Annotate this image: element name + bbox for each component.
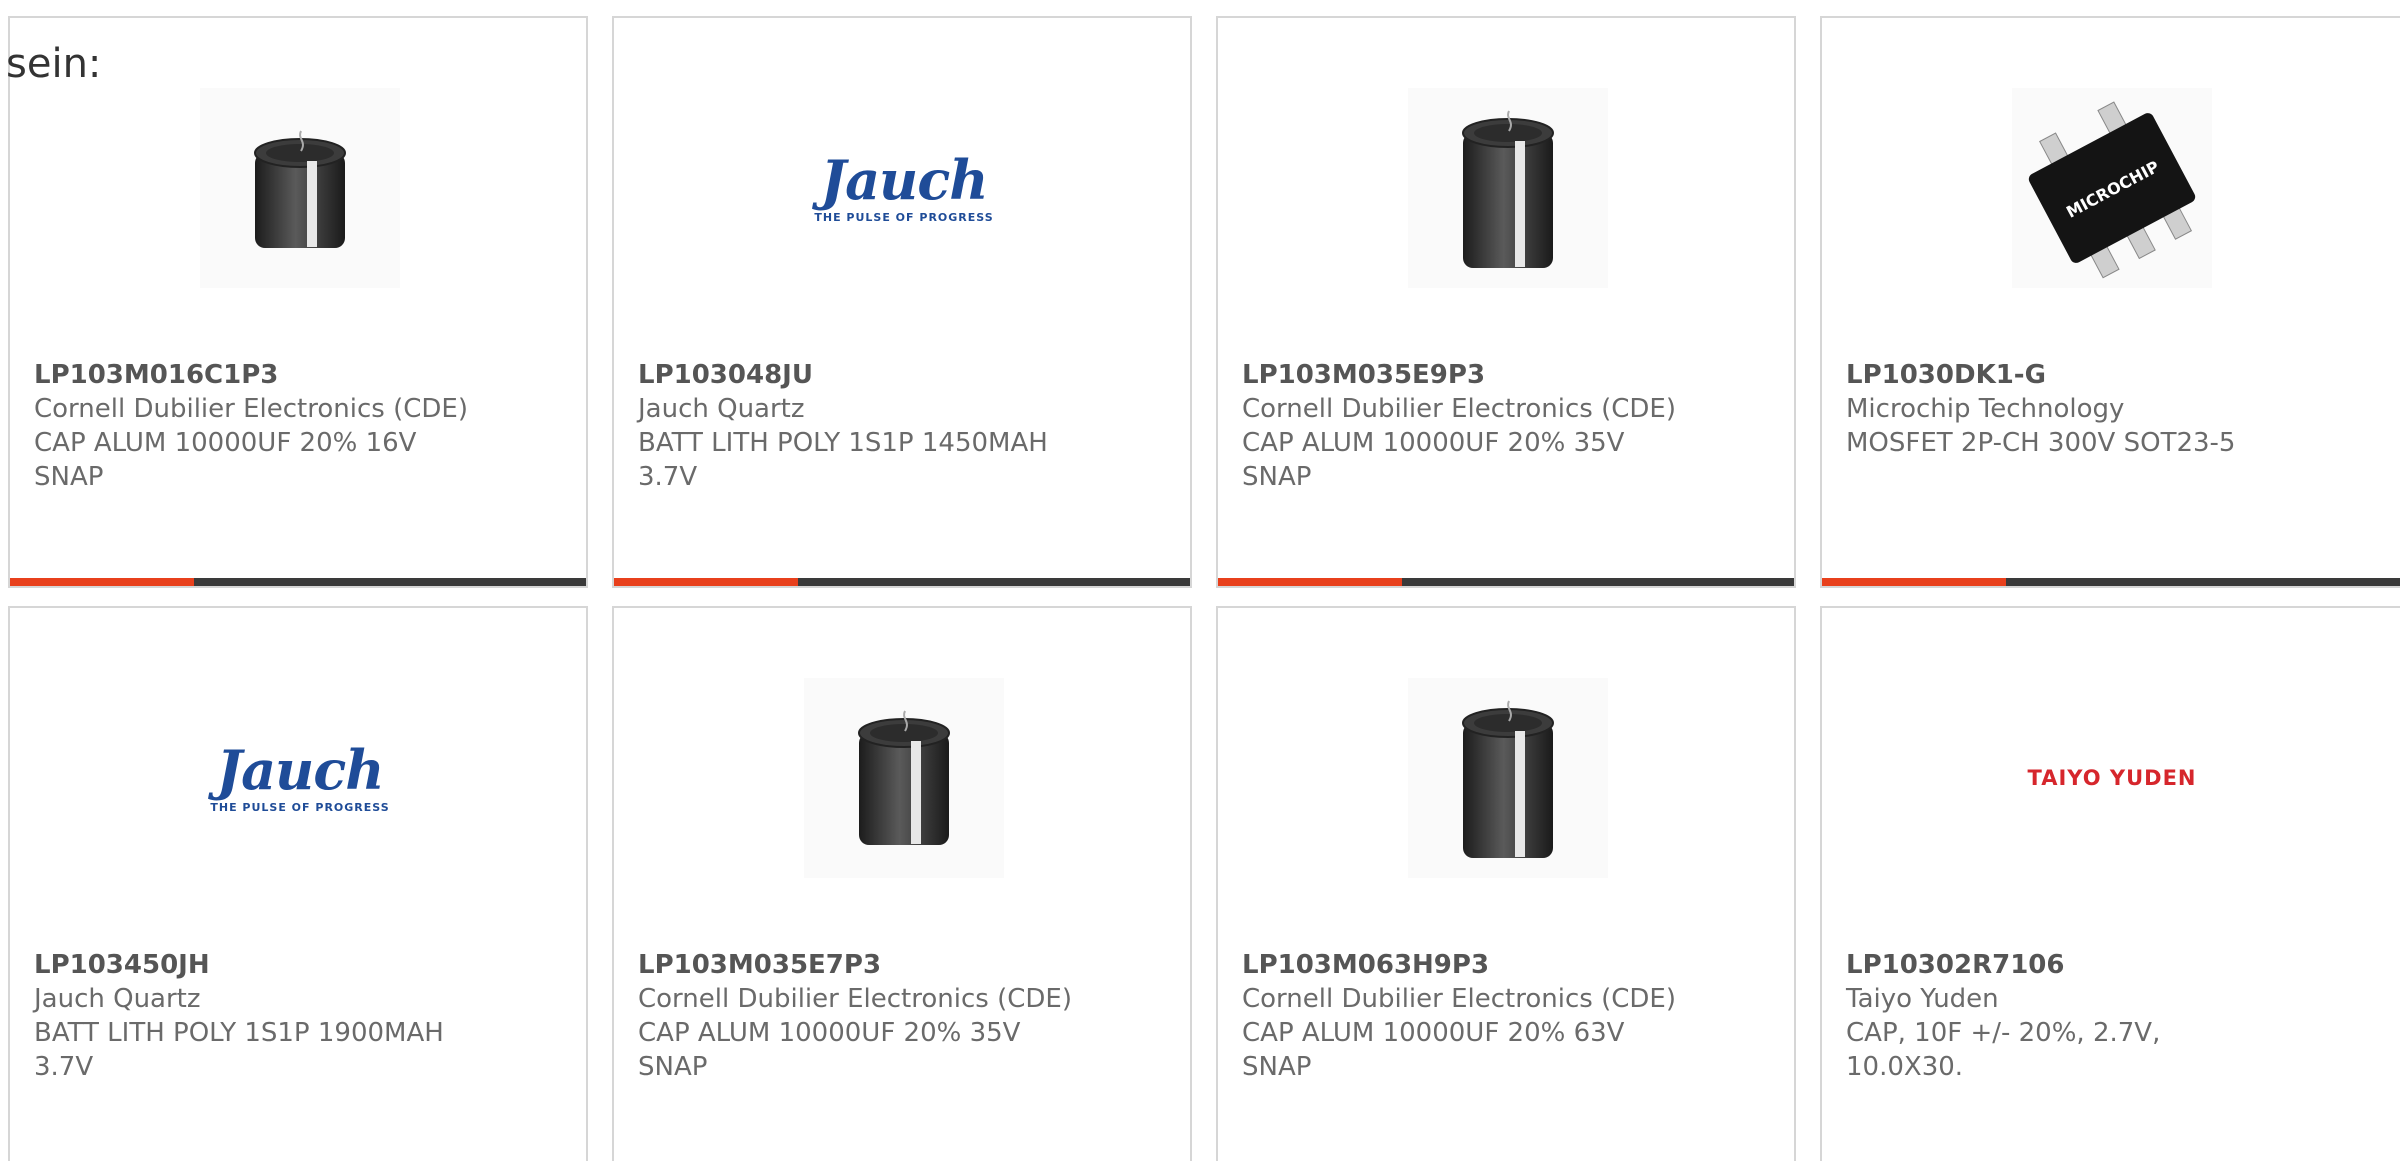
product-description: CAP ALUM 10000UF 20% 63V SNAP (1242, 1018, 1625, 1082)
sot23-chip-icon: MICROCHIP (2028, 101, 2196, 279)
product-image[interactable]: TAIYO YUDEN (2012, 678, 2212, 878)
part-number-link[interactable]: LP103M063H9P3 (1242, 948, 1762, 982)
part-number-link[interactable]: LP103M016C1P3 (34, 358, 554, 392)
product-image[interactable]: MICROCHIP (2012, 88, 2212, 288)
product-description: BATT LITH POLY 1S1P 1450MAH 3.7V (638, 428, 1048, 492)
product-card[interactable]: LP103M063H9P3 Cornell Dubilier Electroni… (1216, 606, 1796, 1161)
product-image[interactable] (200, 88, 400, 288)
jauch-logo: Jauch THE PULSE OF PROGRESS (814, 147, 994, 224)
product-card[interactable]: Jauch THE PULSE OF PROGRESS LP103048JU J… (612, 16, 1192, 588)
card-footer-accent (1218, 578, 1402, 586)
product-card[interactable]: TAIYO YUDEN LP10302R7106 Taiyo Yuden CAP… (1820, 606, 2400, 1161)
capacitor-icon (1462, 110, 1554, 268)
card-footer-accent (1822, 578, 2006, 586)
card-footer-bar (614, 578, 1190, 586)
product-card[interactable]: LP103M016C1P3 Cornell Dubilier Electroni… (8, 16, 588, 588)
product-image[interactable] (1408, 88, 1608, 288)
manufacturer-name: Taiyo Yuden (1846, 984, 1999, 1014)
product-description: CAP ALUM 10000UF 20% 16V SNAP (34, 428, 417, 492)
product-card[interactable]: LP103M035E7P3 Cornell Dubilier Electroni… (612, 606, 1192, 1161)
part-number-link[interactable]: LP1030DK1-G (1846, 358, 2366, 392)
product-info: LP103M035E7P3 Cornell Dubilier Electroni… (638, 948, 1158, 1084)
product-grid-page: sein: LP103M016C1P3 Cornell Dubilier Ele… (0, 0, 2400, 1161)
manufacturer-name: Cornell Dubilier Electronics (CDE) (638, 984, 1072, 1014)
product-image[interactable]: Jauch THE PULSE OF PROGRESS (804, 88, 1004, 288)
product-card[interactable]: Jauch THE PULSE OF PROGRESS LP103450JH J… (8, 606, 588, 1161)
part-number-link[interactable]: LP103450JH (34, 948, 554, 982)
card-footer-bar (10, 578, 586, 586)
intro-text: sein: (6, 41, 102, 87)
product-image[interactable] (804, 678, 1004, 878)
product-card[interactable]: LP103M035E9P3 Cornell Dubilier Electroni… (1216, 16, 1796, 588)
capacitor-icon (1462, 700, 1554, 858)
manufacturer-name: Cornell Dubilier Electronics (CDE) (1242, 984, 1676, 1014)
part-number-link[interactable]: LP10302R7106 (1846, 948, 2366, 982)
jauch-logo: Jauch THE PULSE OF PROGRESS (210, 737, 390, 814)
product-info: LP1030DK1-G Microchip Technology MOSFET … (1846, 358, 2366, 460)
product-info: LP103M016C1P3 Cornell Dubilier Electroni… (34, 358, 554, 494)
product-image[interactable]: Jauch THE PULSE OF PROGRESS (200, 678, 400, 878)
part-number-link[interactable]: LP103M035E9P3 (1242, 358, 1762, 392)
manufacturer-name: Jauch Quartz (638, 394, 805, 424)
product-card[interactable]: MICROCHIP LP1030DK1-G Microchip Technolo… (1820, 16, 2400, 588)
product-info: LP103048JU Jauch Quartz BATT LITH POLY 1… (638, 358, 1158, 494)
product-description: MOSFET 2P-CH 300V SOT23-5 (1846, 428, 2236, 458)
manufacturer-name: Microchip Technology (1846, 394, 2125, 424)
card-footer-bar (1822, 578, 2400, 586)
product-description: CAP ALUM 10000UF 20% 35V SNAP (638, 1018, 1021, 1082)
product-info: LP103M035E9P3 Cornell Dubilier Electroni… (1242, 358, 1762, 494)
product-info: LP103450JH Jauch Quartz BATT LITH POLY 1… (34, 948, 554, 1084)
capacitor-icon (254, 130, 346, 248)
manufacturer-name: Cornell Dubilier Electronics (CDE) (1242, 394, 1676, 424)
capacitor-icon (858, 710, 950, 845)
product-info: LP103M063H9P3 Cornell Dubilier Electroni… (1242, 948, 1762, 1084)
product-description: CAP ALUM 10000UF 20% 35V SNAP (1242, 428, 1625, 492)
product-description: CAP, 10F +/- 20%, 2.7V, 10.0X30. (1846, 1018, 2161, 1082)
part-number-link[interactable]: LP103M035E7P3 (638, 948, 1158, 982)
card-footer-accent (10, 578, 194, 586)
card-footer-bar (1218, 578, 1794, 586)
card-footer-accent (614, 578, 798, 586)
manufacturer-name: Jauch Quartz (34, 984, 201, 1014)
part-number-link[interactable]: LP103048JU (638, 358, 1158, 392)
taiyo-yuden-logo: TAIYO YUDEN (2027, 766, 2197, 790)
product-image[interactable] (1408, 678, 1608, 878)
product-info: LP10302R7106 Taiyo Yuden CAP, 10F +/- 20… (1846, 948, 2366, 1084)
product-description: BATT LITH POLY 1S1P 1900MAH 3.7V (34, 1018, 444, 1082)
manufacturer-name: Cornell Dubilier Electronics (CDE) (34, 394, 468, 424)
